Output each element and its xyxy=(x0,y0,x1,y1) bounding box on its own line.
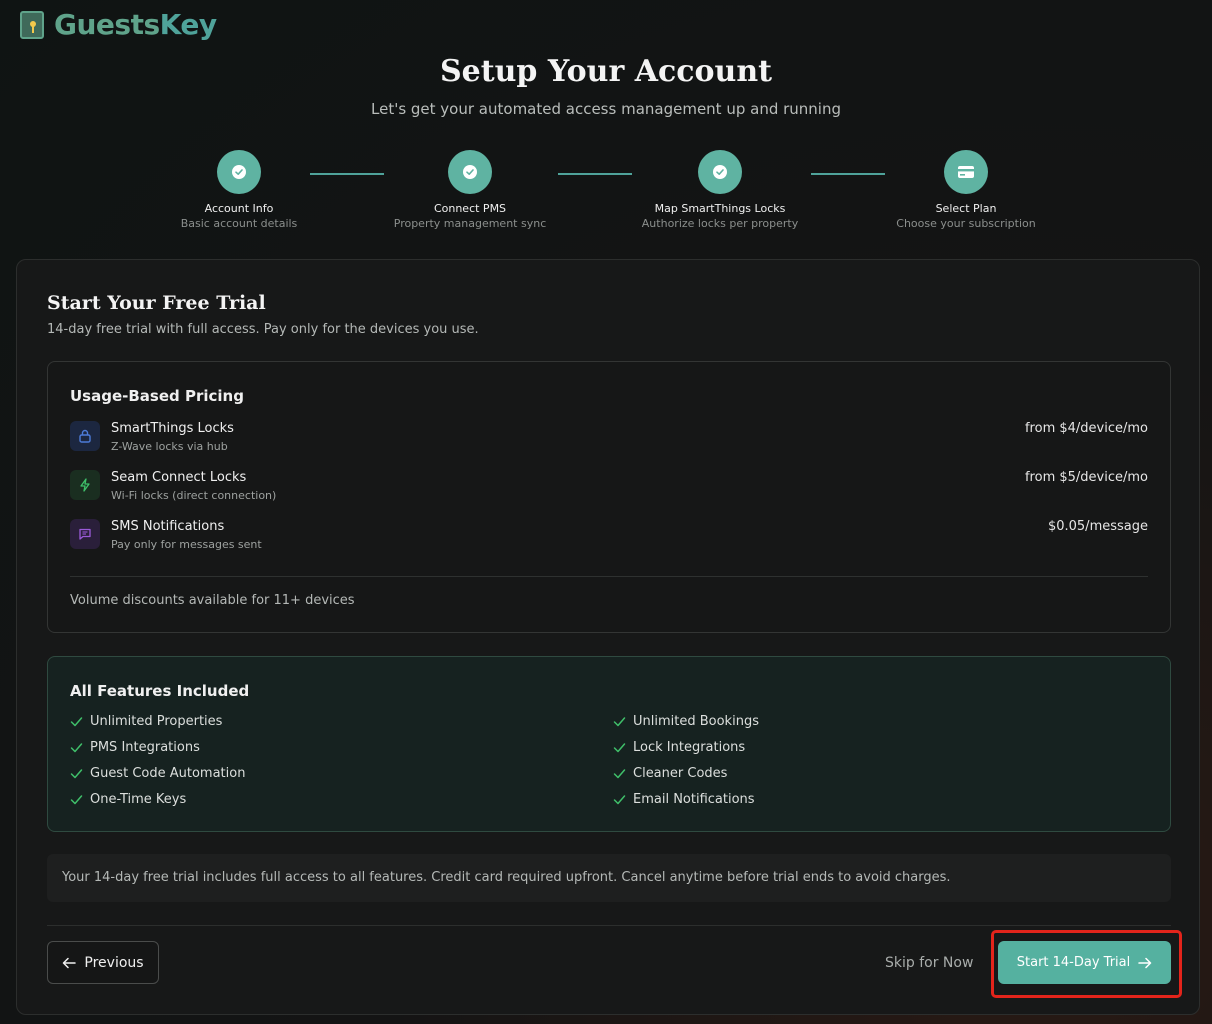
check-icon xyxy=(613,743,626,753)
step-title: Map SmartThings Locks xyxy=(654,202,786,215)
pricing-item-price: from $5/device/mo xyxy=(1024,470,1148,485)
check-icon xyxy=(70,795,83,805)
feature-label: Cleaner Codes xyxy=(633,766,728,781)
feature-label: Unlimited Properties xyxy=(90,714,223,729)
divider xyxy=(70,576,1148,577)
brand-name: GuestsKey xyxy=(54,8,217,41)
pricing-item-name: SMS Notifications xyxy=(111,519,225,534)
pricing-item-price: from $4/device/mo xyxy=(1024,421,1148,436)
pricing-title: Usage-Based Pricing xyxy=(70,387,244,405)
trial-title: Start Your Free Trial xyxy=(47,292,266,314)
step-select-plan: Select Plan Choose your subscription xyxy=(866,150,1066,230)
feature-item: PMS Integrations xyxy=(70,740,200,755)
step-title: Account Info xyxy=(204,202,274,215)
credit-card-icon xyxy=(958,166,974,178)
feature-label: One-Time Keys xyxy=(90,792,187,807)
step-account-info: Account Info Basic account details xyxy=(139,150,339,230)
start-trial-label: Start 14-Day Trial xyxy=(1016,955,1131,970)
previous-label: Previous xyxy=(84,954,144,971)
feature-item: Unlimited Bookings xyxy=(613,714,759,729)
check-icon xyxy=(613,717,626,727)
pricing-item-desc: Z-Wave locks via hub xyxy=(111,440,228,453)
skip-for-now-button[interactable]: Skip for Now xyxy=(873,941,985,984)
check-icon xyxy=(613,769,626,779)
step-title: Connect PMS xyxy=(433,202,507,215)
lock-icon xyxy=(70,421,100,451)
trial-notice: Your 14-day free trial includes full acc… xyxy=(47,854,1171,902)
feature-item: Cleaner Codes xyxy=(613,766,727,781)
pricing-item-price: $0.05/message xyxy=(1047,519,1148,534)
step-current-indicator xyxy=(944,150,988,194)
check-icon xyxy=(70,769,83,779)
step-title: Select Plan xyxy=(935,202,997,215)
page-title: Setup Your Account xyxy=(439,54,773,89)
check-icon xyxy=(613,795,626,805)
feature-item: Guest Code Automation xyxy=(70,766,245,781)
arrow-left-icon xyxy=(63,957,77,968)
feature-label: Lock Integrations xyxy=(633,740,746,755)
feature-label: Email Notifications xyxy=(633,792,755,807)
feature-item: One-Time Keys xyxy=(70,792,186,807)
pricing-row-sms: SMS Notifications Pay only for messages … xyxy=(70,519,1148,559)
previous-button[interactable]: Previous xyxy=(47,941,159,984)
feature-label: Guest Code Automation xyxy=(90,766,246,781)
step-desc: Basic account details xyxy=(180,217,298,230)
volume-discount-note: Volume discounts available for 11+ devic… xyxy=(70,593,355,608)
step-complete-indicator xyxy=(698,150,742,194)
feature-label: PMS Integrations xyxy=(90,740,200,755)
step-complete-indicator xyxy=(217,150,261,194)
arrow-right-icon xyxy=(1138,957,1152,968)
check-icon xyxy=(232,165,246,179)
feature-item: Lock Integrations xyxy=(613,740,745,755)
feature-item: Email Notifications xyxy=(613,792,755,807)
check-icon xyxy=(713,165,727,179)
progress-stepper: Account Info Basic account details Conne… xyxy=(0,150,1212,240)
step-complete-indicator xyxy=(448,150,492,194)
page-subtitle: Let's get your automated access manageme… xyxy=(371,100,841,118)
pricing-item-name: Seam Connect Locks xyxy=(111,470,247,485)
features-title: All Features Included xyxy=(70,682,250,700)
trial-card: Start Your Free Trial 14-day free trial … xyxy=(16,259,1200,1015)
check-icon xyxy=(70,743,83,753)
trial-subtitle: 14-day free trial with full access. Pay … xyxy=(47,322,479,337)
divider xyxy=(47,925,1171,926)
features-panel: All Features Included Unlimited Properti… xyxy=(47,656,1171,832)
start-trial-button[interactable]: Start 14-Day Trial xyxy=(998,941,1171,984)
lightning-icon xyxy=(70,470,100,500)
check-icon xyxy=(70,717,83,727)
usage-pricing-panel: Usage-Based Pricing SmartThings Locks Z-… xyxy=(47,361,1171,633)
step-connect-pms: Connect PMS Property management sync xyxy=(370,150,570,230)
step-desc: Choose your subscription xyxy=(896,217,1036,230)
pricing-item-name: SmartThings Locks xyxy=(111,421,234,436)
feature-label: Unlimited Bookings xyxy=(633,714,759,729)
check-icon xyxy=(463,165,477,179)
key-logo-icon xyxy=(20,10,44,39)
step-map-locks: Map SmartThings Locks Authorize locks pe… xyxy=(620,150,820,230)
pricing-row-seam: Seam Connect Locks Wi-Fi locks (direct c… xyxy=(70,470,1148,510)
pricing-row-smartthings: SmartThings Locks Z-Wave locks via hub f… xyxy=(70,421,1148,461)
message-icon xyxy=(70,519,100,549)
feature-item: Unlimited Properties xyxy=(70,714,222,729)
pricing-item-desc: Wi-Fi locks (direct connection) xyxy=(111,489,277,502)
brand-logo[interactable]: GuestsKey xyxy=(20,8,217,41)
step-desc: Property management sync xyxy=(393,217,547,230)
step-desc: Authorize locks per property xyxy=(641,217,799,230)
pricing-item-desc: Pay only for messages sent xyxy=(111,538,262,551)
